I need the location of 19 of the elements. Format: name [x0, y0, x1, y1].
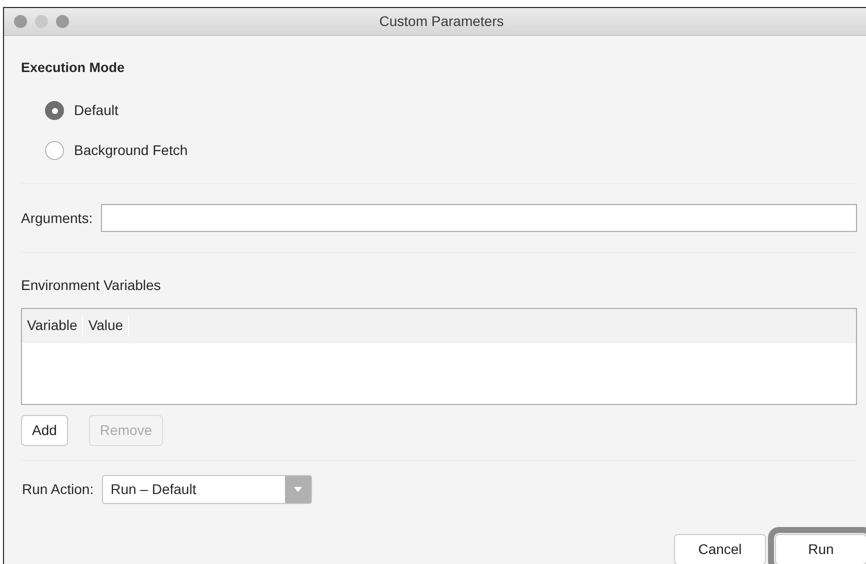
section-heading: Execution Mode: [21, 59, 126, 77]
section-heading: Environment Variables: [21, 276, 162, 296]
field-label: Arguments:: [21, 208, 93, 228]
radio-label: Default: [74, 101, 118, 120]
radio-button[interactable]: [45, 141, 64, 160]
dialog-button[interactable]: Cancel: [674, 534, 766, 564]
radio-label: Background Fetch: [74, 141, 188, 160]
caret-icon: [294, 487, 302, 492]
action-button[interactable]: Add: [21, 415, 68, 446]
radio-button[interactable]: [45, 101, 64, 120]
window-title: Custom Parameters: [378, 12, 505, 31]
field-label: Run Action:: [22, 480, 94, 500]
close-button[interactable]: [14, 15, 27, 28]
arguments-field[interactable]: [100, 204, 857, 232]
column-header[interactable]: Variable: [22, 315, 84, 336]
column-header[interactable]: Value: [83, 315, 130, 336]
minimize-button[interactable]: [35, 15, 48, 28]
run-action-dropdown[interactable]: Run – Default: [102, 475, 312, 504]
zoom-button[interactable]: [56, 15, 69, 28]
